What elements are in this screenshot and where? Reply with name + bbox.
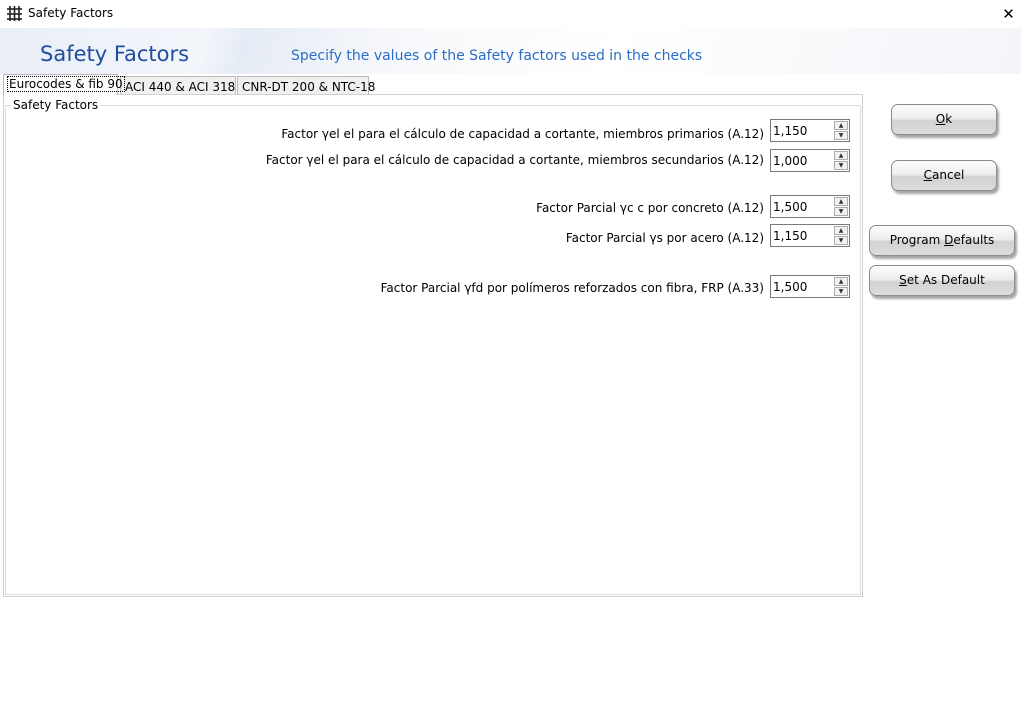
window-titlebar: Safety Factors ✕ (0, 0, 1021, 28)
grid-app-icon (7, 6, 22, 21)
spin-down-icon[interactable]: ▼ (834, 287, 848, 296)
tab-aci[interactable]: ACI 440 & ACI 318 (120, 76, 236, 96)
close-button[interactable]: ✕ (996, 0, 1021, 28)
field-label-shear-secondary: Factor γel el para el cálculo de capacid… (265, 153, 764, 167)
concrete-factor-spinner[interactable]: ▲ ▼ (770, 195, 850, 218)
field-label-concrete: Factor Parcial γc c por concreto (A.12) (536, 201, 764, 215)
close-icon: ✕ (1002, 5, 1015, 23)
tab-panel: Safety Factors Factor γel el para el cál… (3, 94, 863, 597)
field-label-shear-primary: Factor γel el para el cálculo de capacid… (281, 127, 764, 141)
cancel-button[interactable]: Cancel (891, 160, 997, 191)
spin-down-icon[interactable]: ▼ (834, 131, 848, 140)
spin-up-icon[interactable]: ▲ (834, 226, 848, 235)
spin-up-icon[interactable]: ▲ (834, 277, 848, 286)
tab-cnr-dt-label: CNR-DT 200 & NTC-18 (242, 80, 376, 94)
tab-cnr-dt[interactable]: CNR-DT 200 & NTC-18 (237, 76, 375, 96)
safety-factors-group (5, 105, 861, 595)
shear-primary-input[interactable] (773, 122, 833, 139)
page-title: Safety Factors (40, 42, 190, 66)
set-as-default-button[interactable]: Set As Default (869, 265, 1015, 296)
tab-aci-label: ACI 440 & ACI 318 (125, 80, 236, 94)
spin-up-icon[interactable]: ▲ (834, 197, 848, 206)
header-banner: Safety Factors Specify the values of the… (0, 28, 1021, 74)
program-defaults-button[interactable]: Program Defaults (869, 225, 1015, 256)
shear-secondary-spinner[interactable]: ▲ ▼ (770, 149, 850, 172)
frp-factor-spinner[interactable]: ▲ ▼ (770, 275, 850, 298)
field-label-frp: Factor Parcial γfd por polímeros reforza… (380, 281, 764, 295)
spin-up-icon[interactable]: ▲ (834, 151, 848, 160)
spin-down-icon[interactable]: ▼ (834, 236, 848, 245)
group-legend: Safety Factors (11, 98, 101, 112)
tab-eurocodes[interactable]: Eurocodes & fib 90 (3, 74, 125, 95)
steel-factor-input[interactable] (773, 227, 833, 244)
concrete-factor-input[interactable] (773, 198, 833, 215)
spin-up-icon[interactable]: ▲ (834, 121, 848, 130)
steel-factor-spinner[interactable]: ▲ ▼ (770, 224, 850, 247)
field-label-steel: Factor Parcial γs por acero (A.12) (565, 231, 764, 245)
page-subtitle: Specify the values of the Safety factors… (291, 48, 703, 64)
shear-primary-spinner[interactable]: ▲ ▼ (770, 119, 850, 142)
shear-secondary-input[interactable] (773, 152, 833, 169)
ok-button[interactable]: Ok (891, 104, 997, 135)
tab-eurocodes-label: Eurocodes & fib 90 (7, 76, 125, 92)
window-title: Safety Factors (28, 6, 114, 20)
frp-factor-input[interactable] (773, 278, 833, 295)
spin-down-icon[interactable]: ▼ (834, 161, 848, 170)
spin-down-icon[interactable]: ▼ (834, 207, 848, 216)
